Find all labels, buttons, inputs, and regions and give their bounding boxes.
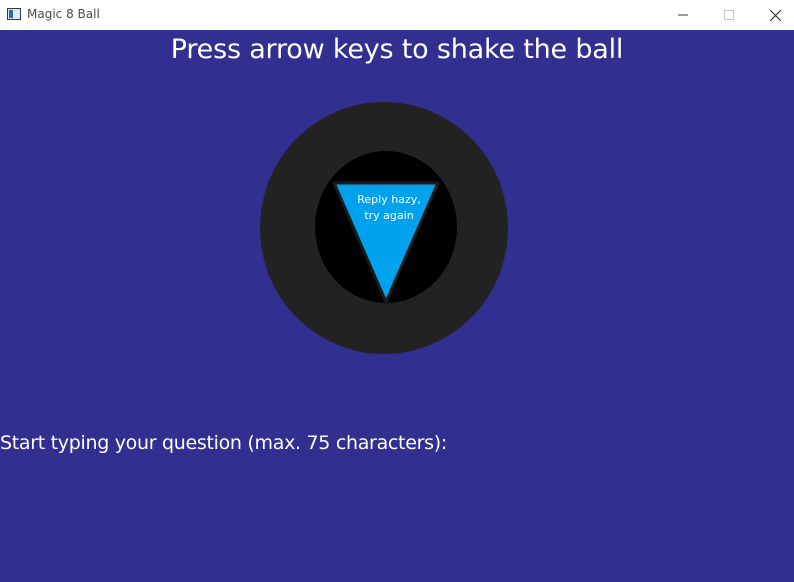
- answer-text: Reply hazy, try again: [357, 193, 421, 222]
- maximize-button[interactable]: [706, 0, 752, 30]
- close-icon: [769, 9, 781, 21]
- minimize-icon: [678, 14, 688, 16]
- question-input[interactable]: [0, 460, 794, 484]
- close-button[interactable]: [752, 0, 794, 30]
- app-icon: [7, 8, 21, 20]
- window-title: Magic 8 Ball: [27, 7, 100, 21]
- minimize-button[interactable]: [660, 0, 706, 30]
- title-bar: Magic 8 Ball: [0, 0, 794, 30]
- magic-8-ball[interactable]: [258, 100, 510, 358]
- maximize-icon: [724, 10, 734, 20]
- instruction-heading: Press arrow keys to shake the ball: [170, 34, 624, 65]
- app-window: Magic 8 Ball Press arrow keys to shake t…: [0, 0, 794, 582]
- question-prompt: Start typing your question (max. 75 char…: [0, 432, 447, 454]
